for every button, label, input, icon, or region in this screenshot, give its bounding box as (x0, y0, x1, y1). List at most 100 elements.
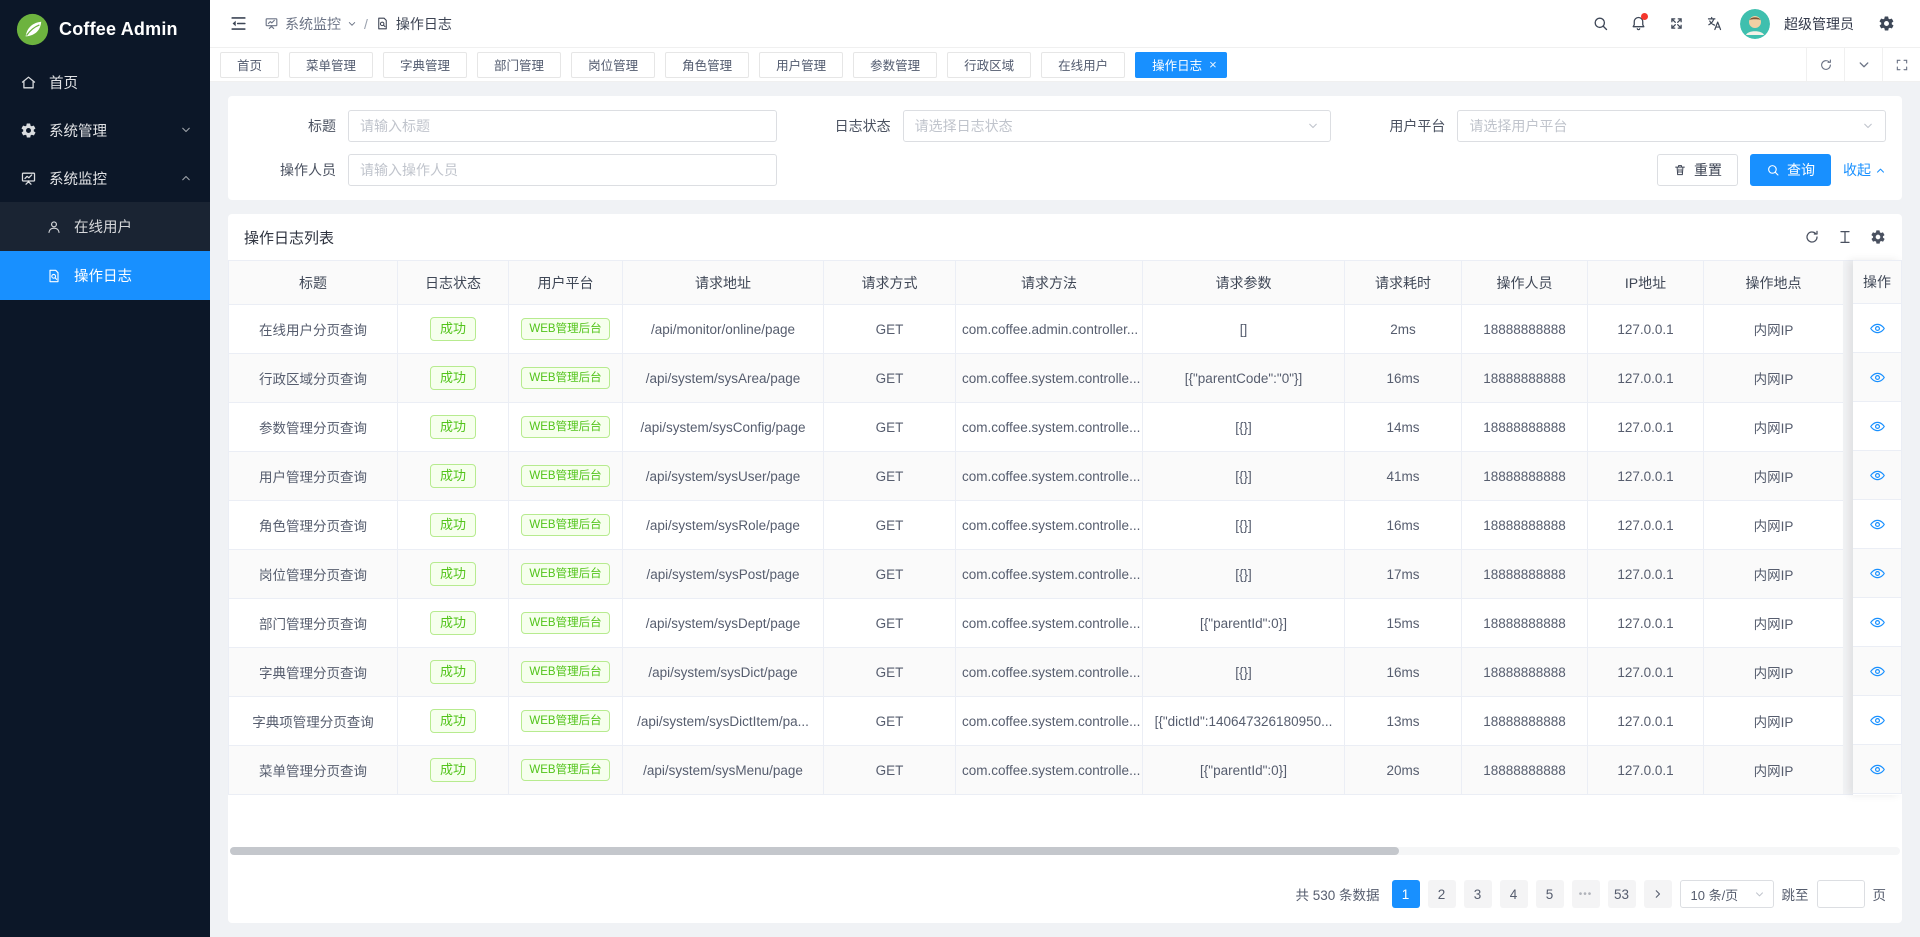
avatar[interactable] (1740, 9, 1770, 39)
view-detail-button[interactable] (1853, 402, 1902, 451)
cell-title: 岗位管理分页查询 (229, 550, 398, 599)
view-detail-button[interactable] (1853, 304, 1902, 353)
platform-select[interactable]: 请选择用户平台 (1457, 110, 1886, 142)
view-detail-button[interactable] (1853, 549, 1902, 598)
column-header: 日志状态 (398, 261, 509, 305)
title-input[interactable] (348, 110, 777, 142)
collapse-filters-link[interactable]: 收起 (1843, 160, 1886, 180)
cell-params: [{"dictId":140647326180950... (1143, 697, 1345, 746)
page-button-2[interactable]: 2 (1428, 880, 1456, 908)
chevron-down-icon (180, 124, 192, 136)
sidebar-item-online-users[interactable]: 在线用户 (0, 202, 210, 251)
platform-tag: WEB管理后台 (521, 416, 609, 439)
cell-status: 成功 (398, 452, 509, 501)
view-detail-button[interactable] (1853, 598, 1902, 647)
column-header: 操作地点 (1704, 261, 1844, 305)
sidebar-item-operation-log[interactable]: 操作日志 (0, 251, 210, 300)
page-size-select[interactable]: 10 条/页 (1680, 880, 1774, 908)
jump-page-input[interactable] (1817, 880, 1865, 908)
cell-title: 行政区域分页查询 (229, 354, 398, 403)
table-row: 参数管理分页查询成功WEB管理后台/api/system/sysConfig/p… (229, 403, 1844, 452)
breadcrumb-parent[interactable]: 系统监控 (264, 14, 357, 34)
cell-title: 字典管理分页查询 (229, 648, 398, 697)
reset-button[interactable]: 重置 (1657, 154, 1738, 186)
notifications-button[interactable] (1622, 8, 1654, 40)
tab-options-button[interactable] (1844, 48, 1882, 81)
status-tag: 成功 (430, 513, 476, 538)
horizontal-scrollbar[interactable] (230, 847, 1399, 855)
sidebar-item-system-management[interactable]: 系统管理 (0, 106, 210, 154)
sidebar-item-system-monitor[interactable]: 系统监控 (0, 154, 210, 202)
view-detail-button[interactable] (1853, 353, 1902, 402)
cell-status: 成功 (398, 403, 509, 452)
view-detail-button[interactable] (1853, 451, 1902, 500)
search-button[interactable] (1584, 8, 1616, 40)
user-icon (46, 219, 62, 235)
view-detail-button[interactable] (1853, 696, 1902, 745)
cell-location: 内网IP (1704, 354, 1844, 403)
view-detail-button[interactable] (1853, 647, 1902, 696)
tab-在线用户[interactable]: 在线用户 (1041, 52, 1125, 78)
refresh-icon[interactable] (1804, 229, 1820, 245)
tab-角色管理[interactable]: 角色管理 (665, 52, 749, 78)
language-button[interactable] (1698, 8, 1730, 40)
tab-首页[interactable]: 首页 (220, 52, 279, 78)
page-button-4[interactable]: 4 (1500, 880, 1528, 908)
tab-label: 操作日志 (1152, 55, 1202, 74)
next-page-button[interactable] (1644, 880, 1672, 908)
tab-bar: 首页菜单管理字典管理部门管理岗位管理角色管理用户管理参数管理行政区域在线用户操作… (210, 48, 1920, 82)
tab-参数管理[interactable]: 参数管理 (853, 52, 937, 78)
sidebar-collapse-button[interactable] (224, 10, 252, 38)
tab-字典管理[interactable]: 字典管理 (383, 52, 467, 78)
column-settings-icon[interactable] (1870, 229, 1886, 245)
log-list-card: 操作日志列表 (228, 214, 1902, 923)
settings-button[interactable] (1870, 8, 1902, 40)
operator-input[interactable] (348, 154, 777, 186)
cell-location: 内网IP (1704, 501, 1844, 550)
username[interactable]: 超级管理员 (1784, 14, 1854, 34)
cell-duration: 41ms (1345, 452, 1462, 501)
cell-params: [{}] (1143, 403, 1345, 452)
cell-url: /api/system/sysDictItem/pa... (623, 697, 824, 746)
leaf-logo-icon (16, 13, 49, 46)
tab-label: 字典管理 (400, 55, 450, 74)
tab-岗位管理[interactable]: 岗位管理 (571, 52, 655, 78)
cell-method: GET (824, 403, 956, 452)
app-logo[interactable]: Coffee Admin (0, 0, 210, 58)
query-button[interactable]: 查询 (1750, 154, 1831, 186)
cell-operator: 18888888888 (1462, 305, 1588, 354)
sidebar-item-home[interactable]: 首页 (0, 58, 210, 106)
page-button-5[interactable]: 5 (1536, 880, 1564, 908)
column-header: 请求方法 (956, 261, 1143, 305)
cell-platform: WEB管理后台 (509, 550, 623, 599)
cell-url: /api/system/sysPost/page (623, 550, 824, 599)
refresh-page-button[interactable] (1806, 48, 1844, 81)
page-size-value: 10 条/页 (1691, 885, 1748, 904)
vertical-scrollbar[interactable] (1843, 260, 1853, 795)
row-density-icon[interactable] (1837, 229, 1853, 245)
tab-操作日志[interactable]: 操作日志 × (1135, 52, 1227, 78)
tab-用户管理[interactable]: 用户管理 (759, 52, 843, 78)
gear-icon (1878, 15, 1895, 32)
tab-bar-tabs: 首页菜单管理字典管理部门管理岗位管理角色管理用户管理参数管理行政区域在线用户操作… (210, 52, 1806, 78)
cell-duration: 17ms (1345, 550, 1462, 599)
view-detail-button[interactable] (1853, 500, 1902, 549)
tab-行政区域[interactable]: 行政区域 (947, 52, 1031, 78)
close-icon[interactable]: × (1209, 58, 1217, 71)
breadcrumb-current: 操作日志 (375, 14, 452, 34)
page-button-1[interactable]: 1 (1392, 880, 1420, 908)
eye-icon (1869, 663, 1886, 680)
page-button-53[interactable]: 53 (1608, 880, 1636, 908)
tab-部门管理[interactable]: 部门管理 (477, 52, 561, 78)
eye-icon (1869, 712, 1886, 729)
log-table-scroll-area: 标题日志状态用户平台请求地址请求方式请求方法请求参数请求耗时操作人员IP地址操作… (228, 260, 1843, 795)
tab-菜单管理[interactable]: 菜单管理 (289, 52, 373, 78)
cell-func: com.coffee.system.controlle... (956, 354, 1143, 403)
page-button-3[interactable]: 3 (1464, 880, 1492, 908)
content-fullscreen-button[interactable] (1882, 48, 1920, 81)
cell-ip: 127.0.0.1 (1588, 648, 1704, 697)
log-status-select[interactable]: 请选择日志状态 (903, 110, 1332, 142)
view-detail-button[interactable] (1853, 745, 1902, 794)
fullscreen-button[interactable] (1660, 8, 1692, 40)
chevron-right-icon (1652, 888, 1664, 900)
